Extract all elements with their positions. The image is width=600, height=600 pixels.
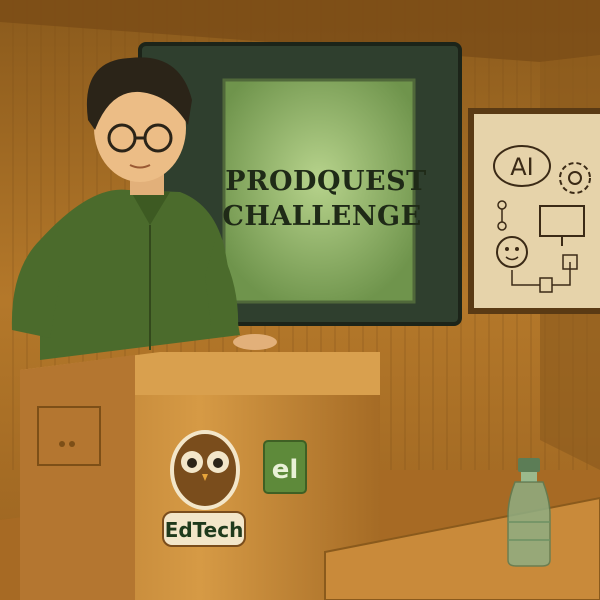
el-logo-text: el xyxy=(272,455,299,485)
screen-title-line2: CHALLENGE xyxy=(222,201,421,232)
screen-title-line1: PRODQUEST xyxy=(225,166,426,197)
ai-poster: AI xyxy=(468,108,600,314)
el-logo: el xyxy=(263,440,307,494)
edtech-owl-badge: EdTech xyxy=(162,430,246,547)
classroom-scene: PRODQUEST CHALLENGE AI EdTech el xyxy=(0,0,600,600)
hand xyxy=(233,334,277,350)
poster-ai-label: AI xyxy=(510,153,534,181)
owl-badge-text: EdTech xyxy=(165,518,244,542)
